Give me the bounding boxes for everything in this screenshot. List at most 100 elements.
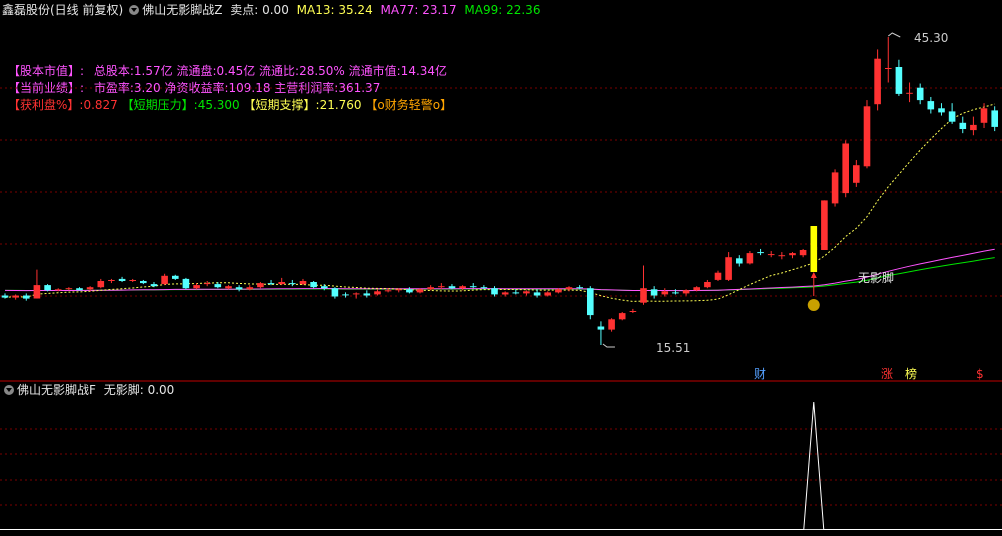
candle-body <box>331 288 339 297</box>
candle-body <box>672 292 679 294</box>
signal-arrow-head <box>810 272 817 278</box>
candle-body <box>640 288 647 303</box>
candle-body <box>991 110 998 127</box>
candle-body <box>480 287 488 289</box>
candle-body <box>491 288 498 295</box>
candle-body <box>427 287 434 290</box>
candle-body <box>278 282 285 285</box>
candle-body <box>523 291 530 294</box>
low-price-label: 15.51 <box>656 341 691 355</box>
candle-body <box>693 287 700 291</box>
candle-body <box>108 280 115 281</box>
candle-body <box>746 253 754 264</box>
candle-body <box>97 281 105 288</box>
candle-body <box>140 281 147 284</box>
high-pointer <box>887 32 901 38</box>
candle-body <box>54 289 62 291</box>
candle-body <box>512 292 520 294</box>
candle-body <box>289 283 296 285</box>
candle-body <box>150 284 158 287</box>
candle-body <box>799 250 807 256</box>
candle-body <box>342 294 349 296</box>
candle-body <box>874 58 881 105</box>
candle-body <box>831 172 839 204</box>
candle-body <box>767 254 775 256</box>
candle-body <box>416 289 424 293</box>
candle-body <box>44 285 51 291</box>
candle-body <box>118 278 126 281</box>
candle-body <box>789 253 796 256</box>
candle-body <box>948 111 956 122</box>
candle-body <box>980 108 988 123</box>
candle-body <box>448 286 456 289</box>
candle-body <box>363 293 371 296</box>
candle-body <box>704 282 711 288</box>
candle-body <box>129 280 136 281</box>
annotations <box>602 32 901 348</box>
candle-body <box>1 295 9 298</box>
candle-body <box>629 311 637 312</box>
candle-body <box>86 287 94 290</box>
candles <box>1 37 998 345</box>
event-marker-limit-up[interactable]: 涨 <box>881 367 893 381</box>
candle-body <box>299 281 307 285</box>
candle-body <box>618 313 626 320</box>
signal-spike <box>0 401 1002 530</box>
candle-body <box>310 282 317 288</box>
candle-body <box>927 101 935 110</box>
event-marker-finance[interactable]: 财 <box>754 367 766 381</box>
money-bag-icon <box>807 299 820 311</box>
candle-body <box>736 258 743 264</box>
candle-body <box>544 292 551 296</box>
candle-body <box>650 289 658 296</box>
sub-indicator-name[interactable]: 佛山无影脚战F <box>17 383 96 397</box>
signal-bar <box>810 226 818 272</box>
candle-body <box>203 283 211 285</box>
candle-body <box>863 106 871 167</box>
candle-body <box>842 143 849 194</box>
candle-body <box>853 165 860 183</box>
candle-body <box>916 87 924 101</box>
candle-body <box>608 319 615 330</box>
candle-body <box>406 289 413 293</box>
candle-body <box>906 92 913 94</box>
sub-panel-plot <box>0 401 1002 530</box>
grid-lines <box>0 87 1002 530</box>
candle-body <box>395 289 402 291</box>
candle-body <box>438 286 445 288</box>
candle-body <box>193 285 200 289</box>
candle-body <box>172 275 179 279</box>
sub-panel-header: 佛山无影脚战F 无影脚: 0.00 <box>2 382 174 398</box>
event-marker-dragon-tiger[interactable]: 榜 <box>905 367 917 381</box>
ma13-line <box>4 103 995 302</box>
candle-body <box>885 68 892 69</box>
high-price-label: 45.30 <box>914 31 949 45</box>
candle-body <box>246 287 254 290</box>
candle-body <box>714 272 722 280</box>
sub-indicator-value: 无影脚: 0.00 <box>103 383 175 397</box>
candle-body <box>938 108 945 113</box>
candle-body <box>12 295 19 298</box>
candle-body <box>778 255 786 257</box>
candle-body <box>352 293 360 295</box>
signal-label: 无影脚 <box>858 271 895 285</box>
candle-body <box>959 122 967 129</box>
candle-body <box>321 286 328 289</box>
low-pointer <box>602 343 615 348</box>
candle-body <box>725 257 732 280</box>
event-marker-dollar[interactable]: $ <box>976 367 984 381</box>
candle-body <box>555 289 562 293</box>
candle-body <box>576 287 583 289</box>
dropdown-icon[interactable] <box>4 385 14 395</box>
candle-body <box>374 291 381 295</box>
candle-body <box>214 284 222 288</box>
main-chart[interactable] <box>0 0 1002 536</box>
candle-body <box>161 275 168 285</box>
candle-body <box>970 124 977 131</box>
candle-body <box>267 283 275 285</box>
ma-lines <box>4 103 995 302</box>
candle-body <box>469 286 477 288</box>
candle-body <box>225 286 232 289</box>
candle-body <box>597 326 605 330</box>
candle-body <box>384 290 392 292</box>
